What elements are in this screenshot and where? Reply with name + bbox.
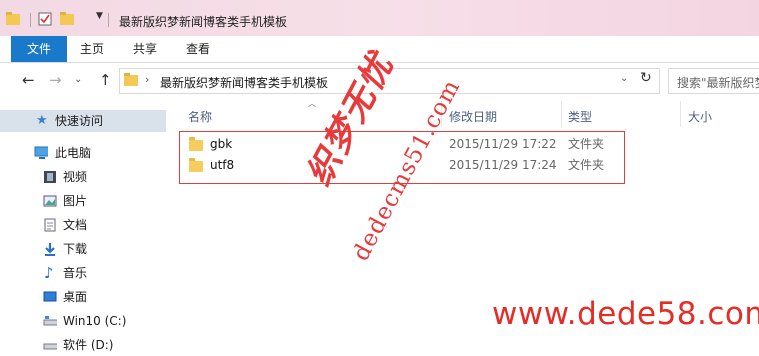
window-title: 最新版织梦新闻博客类手机模板	[119, 15, 288, 29]
title-separator	[108, 13, 109, 27]
sidebar-item-quick-access[interactable]: ★ 快速访问	[0, 110, 166, 132]
refresh-icon[interactable]: ↻	[640, 70, 652, 86]
tab-view[interactable]: 查看	[186, 36, 210, 62]
drive-icon	[43, 316, 57, 326]
watermark-url: www.dede58.com	[492, 296, 759, 332]
tab-share[interactable]: 共享	[133, 36, 157, 62]
tab-file[interactable]: 文件	[11, 36, 67, 62]
navigation-pane: ★ 快速访问 此电脑 视频 图片 文档 下载 ♪ 音乐 桌面 Win10 (C:…	[0, 99, 166, 352]
picture-icon	[43, 195, 57, 207]
folder-icon	[124, 73, 138, 86]
address-dropdown-icon[interactable]: ⌄	[620, 73, 628, 84]
document-icon	[44, 218, 56, 232]
column-divider[interactable]	[680, 101, 681, 127]
music-icon: ♪	[44, 264, 54, 282]
folder-icon	[6, 12, 20, 25]
column-divider[interactable]	[561, 101, 562, 127]
forward-arrow-icon[interactable]: →	[49, 70, 62, 90]
download-icon	[45, 243, 55, 256]
drive-icon	[43, 343, 57, 350]
properties-icon[interactable]	[38, 12, 52, 26]
tab-home[interactable]: 主页	[80, 36, 104, 62]
column-header-type[interactable]: 类型	[568, 108, 592, 126]
breadcrumb-path[interactable]: 最新版织梦新闻博客类手机模板	[160, 74, 328, 91]
sort-ascending-icon: ︿	[308, 99, 316, 108]
up-arrow-icon[interactable]: ↑	[99, 70, 112, 90]
desktop-icon	[43, 291, 57, 302]
video-icon	[44, 171, 56, 183]
column-header-size[interactable]: 大小	[688, 108, 712, 126]
recent-locations-icon[interactable]: ⌄	[74, 70, 82, 90]
breadcrumb-chevron-icon[interactable]: ›	[145, 73, 149, 86]
star-icon: ★	[36, 113, 48, 128]
column-header-date[interactable]: 修改日期	[449, 108, 497, 126]
column-header-name[interactable]: 名称	[188, 108, 212, 126]
title-separator	[30, 13, 31, 27]
computer-icon	[34, 146, 48, 159]
new-folder-icon[interactable]	[60, 12, 74, 25]
customize-toolbar-dropdown-icon[interactable]: ▼	[96, 11, 103, 21]
title-bar: ▼ 最新版织梦新闻博客类手机模板	[0, 0, 759, 36]
back-arrow-icon[interactable]: ←	[22, 70, 35, 90]
search-placeholder[interactable]: 搜索"最新版织梦	[677, 74, 759, 91]
